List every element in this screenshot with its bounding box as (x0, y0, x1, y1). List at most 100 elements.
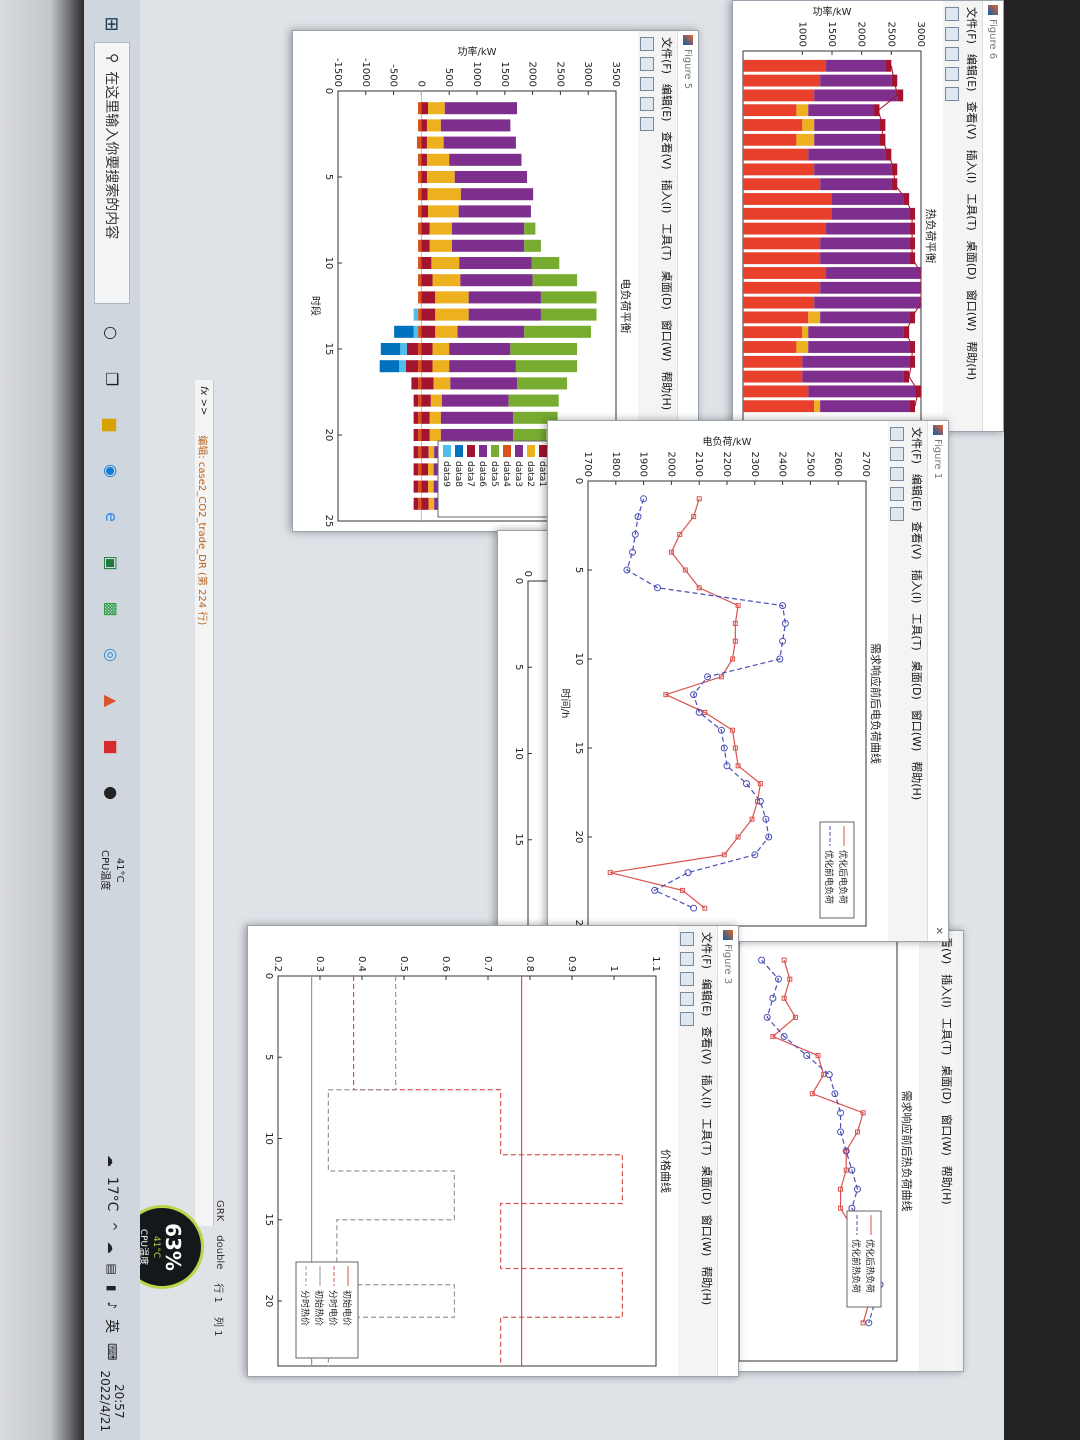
menu-tools[interactable]: 工具(T) (659, 223, 675, 260)
menu-insert[interactable]: 插入(I) (699, 1075, 715, 1109)
menu-help[interactable]: 帮助(H) (699, 1266, 715, 1305)
task-view-icon[interactable]: ❐ (95, 362, 129, 396)
plot-tools-icon[interactable] (945, 87, 959, 101)
menu-window[interactable]: 窗口(W) (939, 1114, 955, 1155)
cortana-icon[interactable]: ○ (95, 316, 129, 350)
menu-tools[interactable]: 工具(T) (939, 1018, 955, 1055)
excel-icon[interactable]: ▣ (95, 546, 129, 580)
volume-icon[interactable]: ♪ (105, 1301, 119, 1309)
chevron-up-icon[interactable]: ^ (105, 1221, 119, 1231)
command-fx-prompt[interactable]: fx >> (199, 386, 210, 415)
open-icon[interactable] (945, 27, 959, 41)
open-icon[interactable] (640, 57, 654, 71)
print-icon[interactable] (890, 487, 904, 501)
heat-bar-segment (820, 237, 910, 250)
menu-insert[interactable]: 插入(I) (909, 570, 925, 604)
menu-window[interactable]: 窗口(W) (659, 320, 675, 361)
print-icon[interactable] (640, 97, 654, 111)
y-tick-label: 0 (522, 571, 533, 577)
network-icon[interactable]: ▤ (105, 1264, 119, 1275)
ime-indicator[interactable]: 英 (102, 1319, 122, 1333)
menu-window[interactable]: 窗口(W) (964, 290, 980, 331)
menu-file[interactable]: 文件(F) (964, 7, 980, 44)
plot-tools-icon[interactable] (680, 1012, 694, 1026)
keyboard-icon[interactable]: ⌨ (105, 1343, 119, 1360)
pdf-reader-icon[interactable]: ■ (95, 730, 129, 764)
pycharm-icon[interactable]: ▩ (95, 592, 129, 626)
menu-file[interactable]: 文件(F) (659, 37, 675, 74)
elec-bar-segment (429, 411, 441, 424)
save-icon[interactable] (680, 972, 694, 986)
taskbar-search-box[interactable]: ⚲ 在这里输入你要搜索的内容 (94, 42, 130, 304)
weather-temp[interactable]: 17°C (104, 1177, 120, 1212)
legend-swatch (467, 445, 475, 457)
figure1-window[interactable]: Figure 1 ✕ 文件(F) 编辑(E) 查看(V) 插入(I) 工具(T) 桌面(D)… (547, 420, 949, 942)
editor-file-info: 编辑: case2_CO2_trade_DR (第 224 行) (196, 435, 208, 626)
x-axis-label: 时段 (309, 296, 322, 316)
legend-swatch (443, 445, 451, 457)
menu-tools[interactable]: 工具(T) (699, 1118, 715, 1155)
new-figure-icon[interactable] (945, 7, 959, 21)
save-icon[interactable] (890, 467, 904, 481)
browser-icon[interactable]: ◎ (95, 638, 129, 672)
new-figure-icon[interactable] (640, 37, 654, 51)
ie-icon[interactable]: e (95, 500, 129, 534)
edge-icon[interactable]: ◉ (95, 454, 129, 488)
menu-view[interactable]: 查看(V) (699, 1026, 715, 1064)
menu-help[interactable]: 帮助(H) (909, 761, 925, 800)
battery-icon[interactable]: ▮ (105, 1285, 119, 1292)
menu-help[interactable]: 帮助(H) (659, 371, 675, 410)
menu-edit[interactable]: 编辑(E) (659, 84, 675, 122)
new-figure-icon[interactable] (890, 427, 904, 441)
windows-start-icon[interactable]: ⊞ (94, 6, 130, 42)
menu-view[interactable]: 查看(V) (659, 131, 675, 169)
close-icon[interactable]: ✕ (933, 927, 944, 935)
save-icon[interactable] (945, 47, 959, 61)
menu-window[interactable]: 窗口(W) (699, 1215, 715, 1256)
figure3-titlebar[interactable]: Figure 3 (717, 926, 738, 1376)
menu-help[interactable]: 帮助(H) (939, 1166, 955, 1205)
menu-desktop[interactable]: 桌面(D) (699, 1166, 715, 1205)
menu-tools[interactable]: 工具(T) (964, 193, 980, 230)
cpu-temp-tray[interactable]: 41°C CPU温度 (99, 850, 125, 890)
menu-view[interactable]: 查看(V) (964, 101, 980, 139)
plot-tools-icon[interactable] (640, 117, 654, 131)
open-icon[interactable] (680, 952, 694, 966)
elec-bar-segment (421, 291, 436, 304)
menu-file[interactable]: 文件(F) (699, 932, 715, 969)
menu-desktop[interactable]: 桌面(D) (964, 241, 980, 280)
figure6-titlebar[interactable]: Figure 6 (982, 1, 1003, 431)
menu-file[interactable]: 文件(F) (909, 427, 925, 464)
save-icon[interactable] (640, 77, 654, 91)
matlab-icon[interactable]: ▲ (95, 684, 129, 718)
menu-edit[interactable]: 编辑(E) (699, 979, 715, 1017)
print-icon[interactable] (945, 67, 959, 81)
figure3-window[interactable]: Figure 3 文件(F) 编辑(E) 查看(V) 插入(I) 工具(T) 桌面(D) 窗… (247, 925, 739, 1377)
menu-help[interactable]: 帮助(H) (964, 341, 980, 380)
figure1-titlebar[interactable]: Figure 1 ✕ (927, 421, 948, 941)
menu-insert[interactable]: 插入(I) (939, 974, 955, 1008)
file-explorer-icon[interactable]: ▆ (95, 408, 129, 442)
menu-desktop[interactable]: 桌面(D) (659, 271, 675, 310)
elec-bar-negative-segment (406, 342, 419, 356)
menu-tools[interactable]: 工具(T) (909, 613, 925, 650)
cloud-icon[interactable]: ☁ (105, 1242, 119, 1254)
print-icon[interactable] (680, 992, 694, 1006)
plot-tools-icon[interactable] (890, 507, 904, 521)
open-icon[interactable] (890, 447, 904, 461)
new-figure-icon[interactable] (680, 932, 694, 946)
heat-bar-segment (820, 252, 910, 265)
qq-icon[interactable]: ● (95, 776, 129, 810)
elec-bar-segment (421, 394, 431, 407)
menu-desktop[interactable]: 桌面(D) (939, 1065, 955, 1104)
menu-insert[interactable]: 插入(I) (659, 180, 675, 214)
menu-view[interactable]: 查看(V) (909, 521, 925, 559)
menu-insert[interactable]: 插入(I) (964, 150, 980, 184)
menu-edit[interactable]: 编辑(E) (909, 474, 925, 512)
clock[interactable]: 20:57 2022/4/21 (98, 1370, 126, 1432)
figure6-window[interactable]: Figure 6 文件(F) 编辑(E) 查看(V) 插入(I) 工具(T) 桌面(D) 窗… (732, 0, 1004, 432)
menu-desktop[interactable]: 桌面(D) (909, 661, 925, 700)
menu-window[interactable]: 窗口(W) (909, 710, 925, 751)
menu-edit[interactable]: 编辑(E) (964, 54, 980, 92)
heat-load-figure-window[interactable]: 看(V) 插入(I) 工具(T) 桌面(D) 窗口(W) 帮助(H) 需求响应前后热负荷曲… (732, 930, 964, 1372)
